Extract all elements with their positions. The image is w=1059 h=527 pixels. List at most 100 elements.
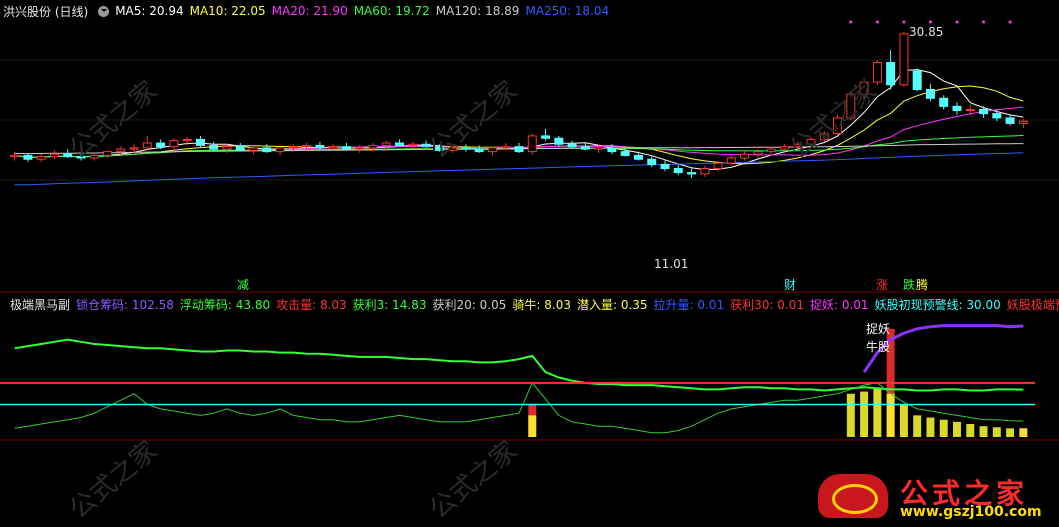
- candle-body: [249, 147, 259, 151]
- signal-dot: [902, 20, 906, 24]
- candle-body: [939, 97, 949, 107]
- candle-body: [368, 144, 378, 149]
- candle-body: [700, 167, 710, 175]
- candle-body: [673, 167, 683, 174]
- candle-body: [341, 146, 351, 150]
- candle-body: [288, 146, 298, 149]
- signal-dot: [928, 20, 932, 24]
- low-price-label: 11.01: [654, 257, 688, 271]
- candle-body: [487, 147, 497, 153]
- candle-body: [23, 154, 33, 160]
- candle-body: [209, 144, 219, 150]
- candle-body: [899, 33, 909, 86]
- candle-body: [408, 143, 418, 146]
- annotation-teng: 腾: [916, 277, 928, 292]
- indicator-bar: [899, 404, 908, 437]
- candle-body: [195, 138, 205, 146]
- high-price-label: 30.85: [909, 25, 943, 39]
- candle-body: [766, 148, 776, 153]
- price-chart[interactable]: 30.85 11.01 减 财 涨 跌 腾 捉妖 牛股: [0, 0, 1059, 527]
- candle-body: [275, 147, 285, 153]
- candle-body: [103, 151, 113, 156]
- candle-body: [36, 156, 46, 160]
- indicator-bar: [886, 393, 895, 437]
- logo-url: www.gszj100.com: [900, 504, 1042, 520]
- indicator-bar: [926, 417, 935, 437]
- indicator-bar: [979, 426, 988, 437]
- candle-body: [474, 148, 484, 153]
- candle-body: [169, 140, 179, 148]
- annotation-jian: 减: [237, 278, 249, 292]
- candle-body: [222, 146, 232, 150]
- candle-body: [740, 153, 750, 159]
- candle-body: [660, 163, 670, 169]
- candle-body: [302, 144, 312, 148]
- indicator-bar: [939, 419, 948, 437]
- candle-body: [713, 162, 723, 169]
- candle-body: [355, 147, 365, 150]
- annotation-zhang: 涨: [876, 277, 888, 292]
- indicator-bar: [846, 393, 855, 437]
- indicator-line: [14, 381, 1024, 434]
- candle-body: [567, 143, 577, 148]
- candle-body: [395, 142, 405, 146]
- signal-dot: [955, 20, 959, 24]
- candle-body: [554, 137, 564, 145]
- candle-body: [49, 153, 59, 158]
- candle-body: [10, 154, 20, 158]
- candle-body: [156, 142, 166, 148]
- annotation-zhuoyao: 捉妖: [866, 321, 890, 336]
- candle-body: [381, 142, 391, 146]
- annotation-die: 跌: [903, 277, 915, 292]
- signal-dot: [1008, 20, 1012, 24]
- candle-body: [63, 153, 73, 158]
- candle-body: [116, 148, 126, 153]
- signal-dot: [875, 20, 879, 24]
- candle-body: [687, 172, 697, 175]
- candle-body: [952, 105, 962, 111]
- candle-body: [925, 89, 935, 99]
- logo-badge-icon: [818, 474, 888, 518]
- indicator-bar: [528, 415, 537, 437]
- indicator-bar: [953, 421, 961, 437]
- candle-body: [872, 62, 882, 83]
- candle-body: [753, 151, 763, 155]
- candle-body: [514, 146, 524, 153]
- candle-body: [726, 157, 736, 164]
- site-logo: 公式之家 www.gszj100.com: [810, 470, 1055, 522]
- candle-body: [620, 151, 630, 156]
- candle-body: [594, 147, 604, 150]
- indicator-bar: [860, 391, 869, 437]
- candle-body: [142, 142, 152, 149]
- candle-body: [965, 108, 975, 111]
- candle-body: [262, 147, 272, 153]
- candle-body: [580, 146, 590, 150]
- candle-body: [315, 144, 325, 149]
- candle-body: [607, 147, 617, 153]
- candle-body: [1005, 117, 1015, 124]
- indicator-bar: [1019, 428, 1028, 437]
- annotation-niugu: 牛股: [866, 339, 890, 354]
- candle-body: [992, 113, 1002, 119]
- candle-body: [912, 70, 922, 91]
- candle-body: [647, 158, 657, 165]
- indicator-bar: [992, 427, 1001, 437]
- candle-body: [1018, 120, 1028, 124]
- candle-body: [541, 135, 551, 139]
- candle-body: [886, 62, 896, 86]
- indicator-bar: [873, 388, 882, 437]
- candle-body: [527, 135, 537, 153]
- indicator-bar: [966, 424, 975, 437]
- indicator-bar: [913, 415, 922, 437]
- candle-body: [501, 146, 511, 149]
- candle-body: [328, 146, 338, 149]
- candle-body: [633, 154, 643, 160]
- indicator-bar: [1006, 428, 1015, 437]
- candle-body: [129, 147, 139, 150]
- signal-dot: [849, 20, 853, 24]
- annotation-cai: 财: [784, 278, 796, 292]
- candle-body: [235, 146, 245, 151]
- candle-body: [979, 108, 989, 115]
- signal-dot: [982, 20, 986, 24]
- candle-body: [182, 138, 192, 142]
